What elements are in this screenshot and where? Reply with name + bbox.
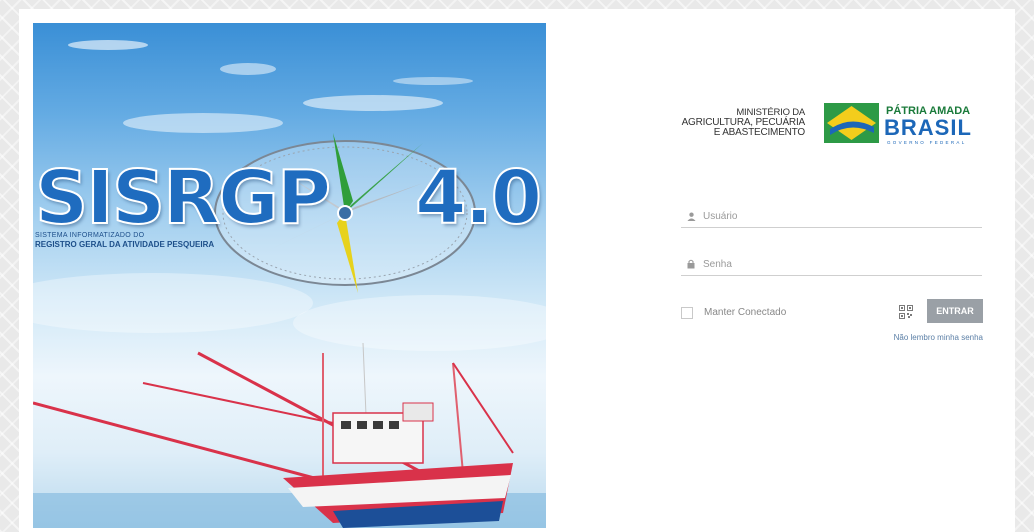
username-field[interactable] (681, 205, 982, 228)
lock-icon (687, 259, 701, 269)
keep-connected-checkbox[interactable] (681, 307, 693, 319)
sisrgp-logo: SISRGP 4.0 (34, 160, 543, 236)
username-input[interactable] (703, 210, 973, 222)
forgot-password-link[interactable]: Não lembro minha senha (859, 333, 983, 342)
logo-subtitle-1: SISTEMA INFORMATIZADO DO (35, 232, 145, 239)
password-field[interactable] (681, 253, 982, 276)
brand-main-text: BRASIL (884, 115, 972, 140)
password-input[interactable] (703, 258, 973, 270)
ministry-name: MINISTÉRIO DA AGRICULTURA, PECUÁRIA E AB… (681, 108, 806, 138)
login-card: SISRGP 4.0 SISTEMA INFORMATIZADO DO REGI… (19, 9, 1015, 532)
keep-connected-label[interactable]: Manter Conectado (704, 307, 786, 318)
hero-image: SISRGP 4.0 SISTEMA INFORMATIZADO DO REGI… (33, 23, 546, 528)
logo-subtitle-2: REGISTRO GERAL DA ATIVIDADE PESQUEIRA (35, 240, 215, 249)
user-icon (687, 212, 701, 221)
ministry-line-3: E ABASTECIMENTO (713, 127, 805, 138)
hero-scene-illustration (33, 40, 546, 528)
brasil-flag-logo (824, 103, 879, 143)
qr-code-icon[interactable] (899, 305, 913, 319)
brand-bottom-text: GOVERNO FEDERAL (887, 140, 967, 145)
logo-main-text: SISRGP (34, 155, 332, 241)
enter-button[interactable]: ENTRAR (927, 299, 983, 323)
logo-version-text: 4.0 (414, 155, 543, 241)
